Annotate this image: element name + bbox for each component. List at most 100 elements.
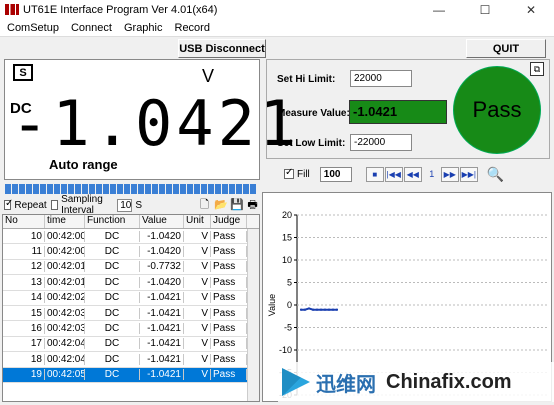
bar-segment — [5, 184, 11, 194]
hi-limit-input[interactable]: 22000 — [350, 70, 412, 87]
watermark-logo-icon — [282, 368, 310, 396]
prev-page-icon[interactable]: ◀◀ — [403, 166, 422, 182]
cell-time: 00:42:04 — [47, 353, 85, 365]
bar-segment — [194, 184, 200, 194]
cell-value: -1.0421 — [140, 323, 184, 335]
cell-function: DC — [85, 246, 140, 258]
window-layout-icon[interactable]: ⧉ — [530, 62, 544, 76]
cell-no: 10 — [3, 230, 45, 242]
watermark-en: Chinafix.com — [386, 370, 512, 393]
table-row[interactable]: 11 00:42:00 DC -1.0420 V Pass — [3, 244, 259, 260]
col-unit[interactable]: Unit — [184, 215, 211, 228]
table-row[interactable]: 16 00:42:03 DC -1.0421 V Pass — [3, 321, 259, 337]
save-icon[interactable]: 💾 — [230, 199, 244, 212]
cell-unit: V — [184, 338, 211, 350]
low-limit-input[interactable]: -22000 — [350, 134, 412, 151]
repeat-checkbox[interactable] — [4, 198, 14, 210]
new-file-icon[interactable]: 🗋 — [198, 199, 211, 212]
bar-segment — [152, 184, 158, 194]
cell-function: DC — [85, 230, 140, 242]
cell-value: -1.0421 — [140, 338, 184, 350]
col-value[interactable]: Value — [140, 215, 184, 228]
bar-segment — [103, 184, 109, 194]
table-row[interactable]: 18 00:42:04 DC -1.0421 V Pass — [3, 352, 259, 368]
table-row[interactable]: 17 00:42:04 DC -1.0421 V Pass — [3, 337, 259, 353]
bar-segment — [117, 184, 123, 194]
cell-unit: V — [184, 261, 211, 273]
menu-connect[interactable]: Connect — [66, 22, 117, 34]
page-number: 1 — [429, 169, 435, 179]
y-tick-label: 10 — [282, 255, 292, 265]
y-tick-label: 0 — [287, 300, 292, 310]
col-function[interactable]: Function — [85, 215, 140, 228]
cell-no: 15 — [3, 307, 45, 319]
cell-unit: V — [184, 307, 211, 319]
bar-segment — [19, 184, 25, 194]
app-icon — [5, 4, 19, 15]
y-tick-label: 5 — [287, 278, 292, 288]
cell-no: 13 — [3, 276, 45, 288]
series-line — [301, 307, 337, 311]
bar-segment — [26, 184, 32, 194]
open-folder-icon[interactable]: 📂 — [214, 199, 228, 212]
cell-time: 00:42:00 — [47, 230, 85, 242]
next-page-icon[interactable]: ▶▶ — [440, 166, 459, 182]
cell-value: -0.7732 — [140, 261, 184, 273]
cell-time: 00:42:03 — [47, 307, 85, 319]
table-row[interactable]: 19 00:42:05 DC -1.0421 V Pass — [3, 367, 259, 383]
last-page-icon[interactable]: ▶▶| — [459, 166, 478, 182]
minimize-button[interactable]: — — [416, 0, 462, 19]
unit-label: V — [202, 66, 215, 86]
cell-function: DC — [85, 338, 140, 350]
cell-no: 17 — [3, 338, 45, 350]
cell-function: DC — [85, 369, 140, 381]
fill-checkbox[interactable] — [284, 167, 294, 179]
cell-function: DC — [85, 307, 140, 319]
bar-segment — [159, 184, 165, 194]
bar-segment — [54, 184, 60, 194]
hi-limit-label: Set Hi Limit: — [277, 74, 336, 85]
bar-segment — [89, 184, 95, 194]
bar-segment — [33, 184, 39, 194]
table-row[interactable]: 13 00:42:01 DC -1.0420 V Pass — [3, 275, 259, 291]
cell-judge: Pass — [211, 292, 247, 304]
interval-input[interactable]: 10 — [117, 198, 133, 212]
table-scrollbar[interactable] — [247, 229, 259, 401]
graph-save-icon[interactable]: ■ — [365, 166, 384, 182]
bar-segment — [110, 184, 116, 194]
col-time[interactable]: time — [45, 215, 85, 228]
sampling-checkbox[interactable] — [50, 200, 59, 210]
cell-unit: V — [184, 230, 211, 242]
menu-comsetup[interactable]: ComSetup — [2, 22, 64, 34]
cell-judge: Pass — [211, 261, 247, 273]
maximize-button[interactable]: ☐ — [462, 0, 508, 19]
menu-graphic[interactable]: Graphic — [119, 22, 168, 34]
table-row[interactable]: 15 00:42:03 DC -1.0421 V Pass — [3, 306, 259, 322]
cell-no: 19 — [3, 369, 45, 381]
cell-no: 18 — [3, 353, 45, 365]
y-tick-label: -10 — [279, 345, 292, 355]
table-row[interactable]: 14 00:42:02 DC -1.0421 V Pass — [3, 291, 259, 306]
table-row[interactable]: 10 00:42:00 DC -1.0420 V Pass — [3, 229, 259, 245]
cell-unit: V — [184, 323, 211, 335]
usb-disconnect-button[interactable]: USB Disconnect — [178, 39, 266, 58]
zoom-icon[interactable]: 🔍 — [487, 166, 504, 183]
close-button[interactable]: ✕ — [508, 0, 554, 19]
measure-value: -1.0421 — [349, 100, 447, 124]
reading-sign: - — [11, 87, 53, 160]
measure-label: Measure Value: — [277, 108, 350, 119]
quit-button[interactable]: QUIT — [466, 39, 546, 58]
menu-record[interactable]: Record — [170, 22, 215, 34]
cell-no: 11 — [3, 246, 45, 258]
watermark: 迅维网 Chinafix.com — [278, 362, 554, 402]
bar-segment — [124, 184, 130, 194]
first-page-icon[interactable]: |◀◀ — [384, 166, 403, 182]
fill-toggle[interactable]: Fill — [280, 167, 310, 180]
col-judge[interactable]: Judge — [211, 215, 247, 228]
cell-unit: V — [184, 353, 211, 365]
table-row[interactable]: 12 00:42:01 DC -0.7732 V Pass — [3, 260, 259, 276]
points-input[interactable]: 100 — [319, 166, 352, 182]
col-no[interactable]: No — [3, 215, 45, 228]
reading-value: 1.0421 — [52, 87, 301, 160]
print-icon[interactable]: 🖶 — [246, 199, 259, 212]
